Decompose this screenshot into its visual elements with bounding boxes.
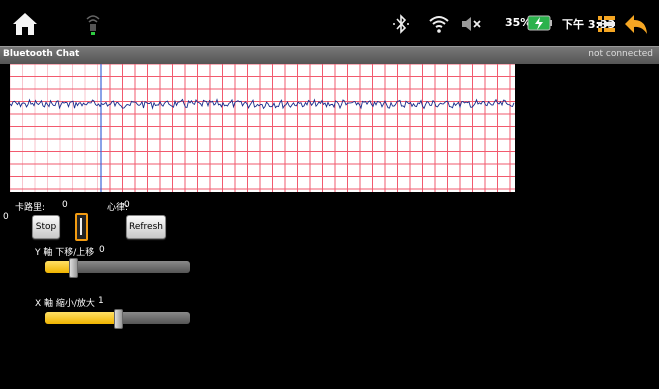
refresh-button[interactable]: Refresh (126, 215, 166, 239)
volume-muted-icon (462, 17, 481, 31)
toggle-switch[interactable] (75, 213, 88, 241)
status-bar: 35% 下午 3:33 (0, 0, 659, 46)
x-axis-slider[interactable] (45, 309, 190, 329)
y-axis-slider-thumb[interactable] (68, 258, 78, 278)
x-axis-slider-thumb[interactable] (113, 309, 123, 329)
calories-value: 0 (62, 200, 68, 210)
x-axis-slider-fill (45, 312, 118, 324)
home-icon[interactable] (12, 12, 38, 36)
bluetooth-icon (393, 14, 409, 34)
y-axis-label: Y 軸 下移/上移 (35, 248, 95, 258)
menu-icon[interactable] (596, 14, 616, 34)
app-title: Bluetooth Chat (3, 49, 80, 59)
y-axis-value: 0 (99, 245, 105, 255)
counter-value: 0 (3, 212, 9, 222)
x-axis-value: 1 (98, 296, 104, 306)
ecg-grid (9, 63, 515, 192)
x-axis-label: X 軸 縮小/放大 (35, 299, 95, 309)
calories-label: 卡路里: (15, 203, 46, 213)
battery-charging-icon (527, 15, 552, 31)
title-bar: Bluetooth Chat not connected (0, 46, 659, 64)
ecg-plot (9, 63, 515, 192)
heart-rate-value: 0 (124, 200, 130, 210)
usb-debug-icon (86, 15, 100, 35)
back-icon[interactable] (624, 13, 648, 35)
stop-button[interactable]: Stop (32, 215, 60, 239)
connection-status: not connected (588, 49, 653, 59)
wifi-icon (429, 16, 449, 33)
y-axis-slider[interactable] (45, 258, 190, 278)
ecg-cleared-region (10, 64, 101, 192)
